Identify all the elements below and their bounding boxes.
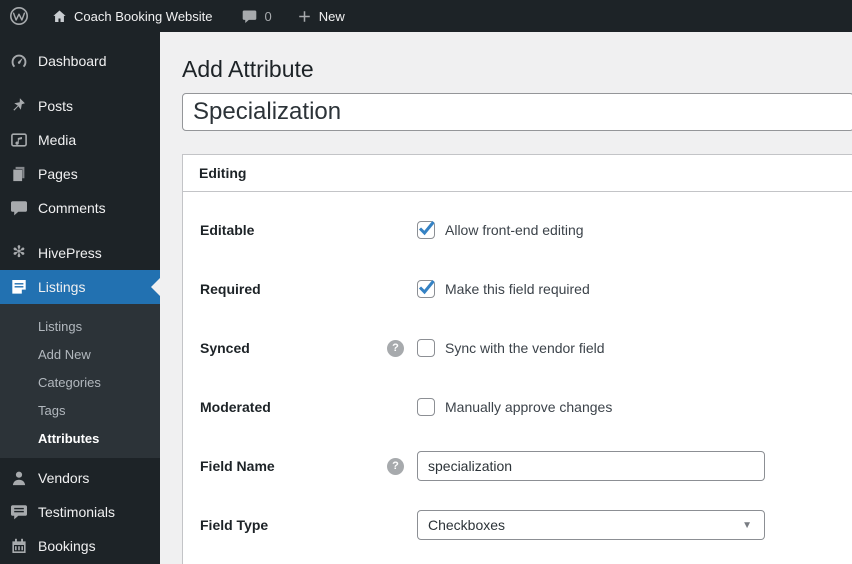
form-row-field-name: Field Name ? (200, 451, 852, 481)
person-icon (9, 468, 29, 488)
pages-icon (9, 164, 29, 184)
pushpin-icon (9, 96, 29, 116)
sidebar-item-posts[interactable]: Posts (0, 89, 160, 123)
sidebar-item-label: Vendors (38, 470, 90, 486)
sidebar-item-label: Media (38, 132, 77, 148)
sidebar-item-testimonials[interactable]: Testimonials (0, 495, 160, 529)
plus-icon (296, 8, 313, 25)
admin-bar: Coach Booking Website 0 New (0, 0, 852, 32)
form-row-editable: Editable Allow front-end editing (200, 215, 852, 245)
comment-count: 0 (264, 8, 272, 24)
sidebar-item-dashboard[interactable]: Dashboard (0, 44, 160, 78)
checkbox-caption[interactable]: Sync with the vendor field (445, 340, 605, 356)
submenu-item-categories[interactable]: Categories (0, 368, 160, 396)
submenu-label: Categories (38, 374, 101, 390)
sidebar-item-label: Listings (38, 279, 86, 295)
help-icon[interactable]: ? (387, 457, 404, 475)
page-title: Add Attribute (182, 56, 314, 82)
checkbox-caption[interactable]: Manually approve changes (445, 399, 612, 415)
editing-panel-body: Editable Allow front-end editing Require… (183, 192, 852, 540)
editable-checkbox[interactable] (417, 221, 435, 239)
submenu-item-add-new[interactable]: Add New (0, 340, 160, 368)
field-label: Required (200, 281, 261, 297)
submenu-item-tags[interactable]: Tags (0, 396, 160, 424)
menu-separator (0, 78, 160, 89)
field-type-select[interactable]: Checkboxes ▼ (417, 510, 765, 540)
home-icon (51, 8, 68, 25)
form-row-required: Required Make this field required (200, 274, 852, 304)
sidebar-item-label: HivePress (38, 245, 102, 261)
new-label: New (318, 8, 345, 24)
main-content: Add Attribute Editing Editable Allow fro… (160, 32, 852, 564)
synced-checkbox[interactable] (417, 339, 435, 357)
sidebar-item-hivepress[interactable]: ✻ HivePress (0, 236, 160, 270)
field-label: Moderated (200, 399, 271, 415)
submenu-item-listings[interactable]: Listings (0, 312, 160, 340)
sidebar-item-vendors[interactable]: Vendors (0, 461, 160, 495)
sidebar-item-media[interactable]: Media (0, 123, 160, 157)
media-icon (9, 130, 29, 150)
form-row-field-type: Field Type Checkboxes ▼ (200, 510, 852, 540)
comments-bubble-link[interactable]: 0 (232, 0, 281, 32)
wordpress-logo-icon (9, 6, 29, 26)
field-label: Field Type (200, 517, 269, 533)
menu-separator (0, 225, 160, 236)
select-value: Checkboxes (428, 517, 506, 533)
chevron-down-icon: ▼ (742, 519, 752, 531)
listing-note-icon (9, 277, 29, 297)
field-label: Synced (200, 340, 250, 356)
field-label: Editable (200, 222, 255, 238)
admin-sidebar: Dashboard Posts Media Pages Comments ✻ H… (0, 32, 160, 564)
sidebar-item-label: Pages (38, 166, 78, 182)
required-checkbox[interactable] (417, 280, 435, 298)
attribute-title-input[interactable] (182, 93, 852, 131)
editing-panel-header: Editing (183, 155, 852, 192)
site-name-link[interactable]: Coach Booking Website (42, 0, 222, 32)
sidebar-item-pages[interactable]: Pages (0, 157, 160, 191)
submenu-item-attributes[interactable]: Attributes (0, 424, 160, 452)
site-name: Coach Booking Website (74, 8, 213, 24)
submenu-label: Add New (38, 346, 91, 362)
editing-panel: Editing Editable Allow front-end editing (182, 154, 852, 564)
field-label: Field Name (200, 458, 275, 474)
sidebar-item-label: Testimonials (38, 504, 116, 520)
sidebar-item-listings[interactable]: Listings (0, 270, 160, 304)
gauge-icon (9, 51, 29, 71)
field-name-input[interactable] (417, 451, 765, 481)
listings-submenu: Listings Add New Categories Tags Attribu… (0, 304, 160, 458)
help-icon[interactable]: ? (387, 339, 404, 357)
sidebar-item-label: Comments (38, 200, 106, 216)
checkbox-caption[interactable]: Make this field required (445, 281, 590, 297)
submenu-label: Tags (38, 402, 66, 418)
calendar-icon (9, 536, 29, 556)
new-content-link[interactable]: New (287, 0, 354, 32)
sidebar-item-label: Posts (38, 98, 74, 114)
sidebar-item-bookings[interactable]: Bookings (0, 529, 160, 563)
checkbox-caption[interactable]: Allow front-end editing (445, 222, 584, 238)
comment-icon (9, 198, 29, 218)
form-row-synced: Synced ? Sync with the vendor field (200, 333, 852, 363)
submenu-label: Attributes (38, 430, 100, 446)
form-row-moderated: Moderated Manually approve changes (200, 392, 852, 422)
panel-title: Editing (199, 165, 247, 181)
hivepress-flower-icon: ✻ (12, 244, 26, 261)
sidebar-item-label: Dashboard (38, 53, 107, 69)
moderated-checkbox[interactable] (417, 398, 435, 416)
sidebar-item-label: Bookings (38, 538, 96, 554)
submenu-label: Listings (38, 318, 83, 334)
sidebar-item-comments[interactable]: Comments (0, 191, 160, 225)
wordpress-logo-menu[interactable] (0, 0, 38, 32)
speech-lines-icon (9, 502, 29, 522)
comment-bubble-icon (241, 8, 258, 25)
